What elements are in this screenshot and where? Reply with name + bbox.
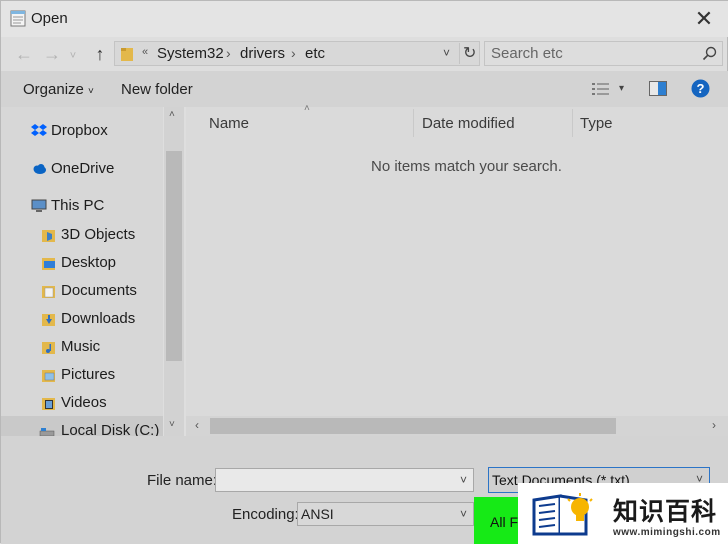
- close-button[interactable]: ✕: [691, 6, 717, 32]
- breadcrumb-drivers[interactable]: drivers: [240, 45, 285, 62]
- file-list: ˄ Name Date modified Type No items match…: [186, 103, 728, 416]
- breadcrumb-system32[interactable]: System32: [157, 45, 224, 62]
- up-arrow-icon: ↑: [95, 44, 105, 64]
- column-header-type[interactable]: Type: [580, 115, 613, 132]
- documents-folder-icon: [42, 286, 55, 298]
- watermark: 知识百科 www.mimingshi.com: [518, 483, 728, 544]
- forward-arrow-icon: →: [43, 44, 61, 64]
- file-type-option-all-files[interactable]: All Fi: [490, 514, 521, 530]
- disk-icon: [39, 428, 55, 436]
- encoding-dropdown-icon[interactable]: ˅: [460, 507, 467, 521]
- divider: [459, 43, 460, 64]
- scroll-thumb[interactable]: [166, 151, 182, 361]
- up-button[interactable]: ↑: [89, 43, 111, 65]
- navigation-pane: Dropbox OneDrive This PC 3D Objects Desk…: [1, 107, 163, 436]
- organize-button[interactable]: Organize ˅: [23, 81, 94, 98]
- forward-button[interactable]: →: [41, 43, 63, 65]
- organize-caret-icon: ˅: [88, 86, 94, 97]
- back-arrow-icon: ←: [15, 44, 33, 64]
- sort-ascending-icon: ˄: [304, 103, 310, 114]
- scroll-down-icon[interactable]: ˅: [169, 419, 175, 430]
- folder-3d-icon: [42, 230, 55, 242]
- column-header-name[interactable]: Name: [209, 115, 249, 132]
- close-icon: ✕: [694, 6, 714, 31]
- help-icon[interactable]: ?: [691, 79, 710, 98]
- title-bar: Open ✕: [1, 1, 728, 37]
- file-name-dropdown-icon[interactable]: ˅: [460, 473, 467, 487]
- book-lightbulb-logo-icon: [532, 493, 593, 536]
- scroll-right-icon[interactable]: ›: [712, 418, 716, 432]
- notepad-icon: [10, 10, 26, 27]
- view-options-icon[interactable]: [592, 82, 609, 96]
- watermark-title: 知识百科: [613, 497, 718, 526]
- file-name-input[interactable]: ˅: [215, 468, 474, 492]
- breadcrumb-etc[interactable]: etc: [305, 45, 325, 62]
- toolbar: Organize ˅ New folder ▾ ?: [1, 71, 728, 107]
- scroll-left-icon[interactable]: ‹: [195, 418, 199, 432]
- horizontal-scrollbar[interactable]: ‹ ›: [186, 416, 728, 436]
- address-dropdown-icon[interactable]: ˅: [443, 46, 450, 60]
- column-divider[interactable]: [413, 109, 414, 137]
- empty-message: No items match your search.: [371, 158, 562, 175]
- open-dialog: Open ✕ ← → ˅ ↑ « System32 › drivers › et…: [0, 0, 728, 544]
- search-icon[interactable]: [702, 46, 717, 61]
- downloads-folder-icon: [42, 314, 55, 326]
- organize-label[interactable]: Organize: [23, 81, 84, 98]
- overflow-chevron[interactable]: «: [142, 46, 148, 58]
- view-dropdown-icon[interactable]: ▾: [619, 83, 624, 94]
- encoding-select[interactable]: ANSI ˅: [297, 502, 474, 526]
- scroll-up-icon[interactable]: ˄: [169, 109, 175, 120]
- preview-pane-icon[interactable]: [649, 81, 667, 96]
- search-box[interactable]: Search etc: [484, 41, 723, 66]
- horizontal-scroll-thumb[interactable]: [210, 418, 616, 434]
- encoding-label: Encoding:: [232, 506, 299, 523]
- dropbox-icon: [31, 124, 47, 136]
- computer-icon: [31, 199, 47, 212]
- window-title: Open: [31, 10, 68, 27]
- watermark-url: www.mimingshi.com: [613, 527, 721, 538]
- pictures-folder-icon: [42, 370, 55, 382]
- videos-folder-icon: [42, 398, 55, 410]
- breadcrumb-separator[interactable]: ›: [291, 45, 296, 61]
- recent-locations-button[interactable]: ˅: [67, 45, 79, 67]
- new-folder-button[interactable]: New folder: [121, 81, 193, 98]
- cloud-icon: [33, 164, 46, 174]
- back-button[interactable]: ←: [13, 43, 35, 65]
- refresh-icon[interactable]: ↻: [463, 43, 476, 63]
- breadcrumb-separator[interactable]: ›: [226, 45, 231, 61]
- address-bar[interactable]: « System32 › drivers › etc ˅ ↻: [114, 41, 480, 66]
- column-divider[interactable]: [572, 109, 573, 137]
- chevron-down-icon: ˅: [69, 50, 77, 62]
- folder-icon: [121, 48, 133, 61]
- music-folder-icon: [42, 342, 55, 354]
- nav-scrollbar[interactable]: ˄ ˅: [164, 107, 184, 436]
- file-name-label: File name:: [147, 472, 218, 489]
- desktop-folder-icon: [42, 258, 55, 270]
- column-header-date-modified[interactable]: Date modified: [422, 115, 515, 132]
- search-placeholder[interactable]: Search etc: [491, 45, 563, 62]
- svg-text:?: ?: [697, 81, 705, 96]
